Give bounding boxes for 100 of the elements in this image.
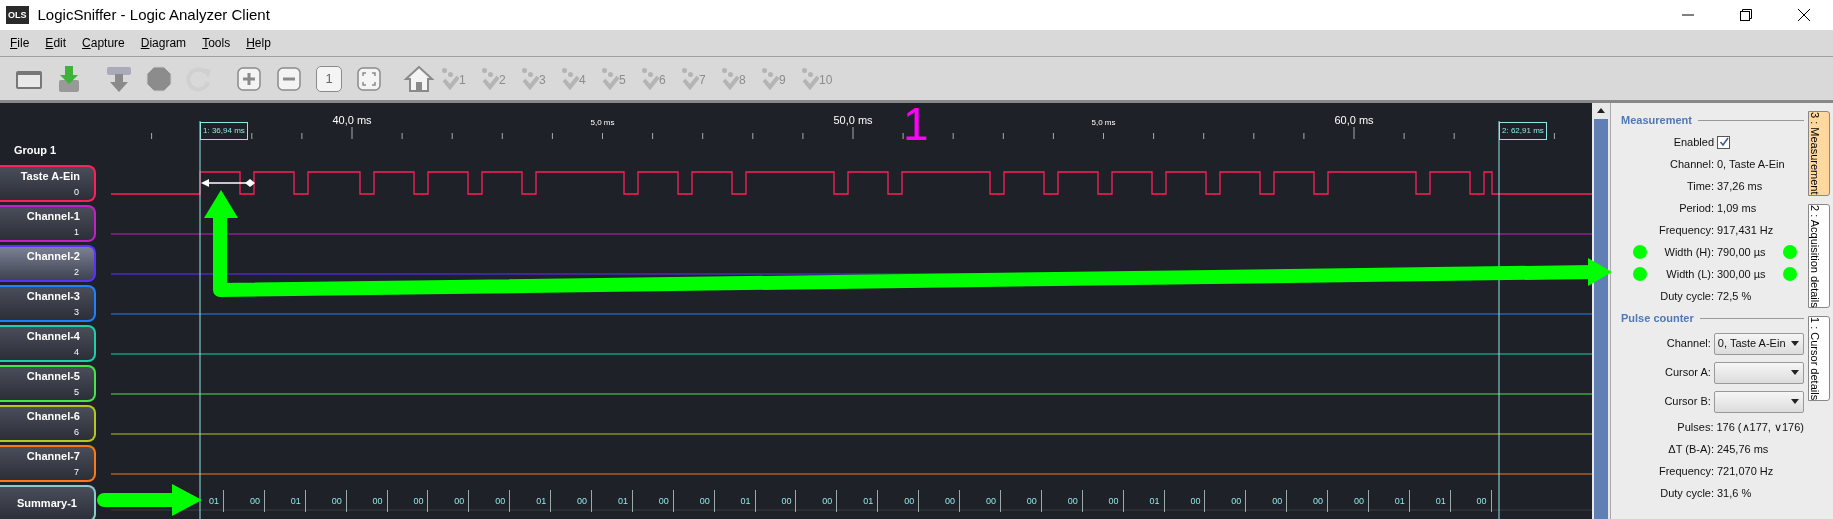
channel-name: Channel-3	[26, 291, 80, 302]
channel-index: 2	[74, 268, 79, 277]
cursor-label[interactable]: 2: 62,91 ms	[1499, 122, 1547, 140]
side-tab[interactable]: 1 : Cursor details	[1808, 316, 1830, 402]
field-label: ΔT (B-A):	[1667, 441, 1715, 457]
window-title: LogicSniffer - Logic Analyzer Client	[37, 4, 270, 25]
channel-label[interactable]: Channel-7 7	[0, 445, 96, 482]
summary-value: 00	[450, 490, 470, 512]
checkmark-icon	[762, 67, 779, 91]
field-value: 0, Taste A-Ein	[1717, 156, 1785, 172]
channel-name: Channel-4	[26, 331, 80, 342]
channel-name: Channel-6	[26, 411, 80, 422]
time-label: 40,0 ms	[332, 115, 372, 126]
channel-index: 3	[74, 308, 79, 317]
summary-value: 00	[981, 490, 1001, 512]
channel-index: 0	[74, 188, 79, 197]
zoom-default-button[interactable]: 1	[316, 65, 342, 92]
field-value: 176 (∧177, ∨176)	[1716, 419, 1804, 435]
field-label: Frequency:	[1657, 222, 1715, 238]
cursor-line[interactable]	[199, 120, 201, 519]
summary-value: 00	[368, 490, 388, 512]
channel-name: Channel-1	[26, 211, 80, 222]
select-field[interactable]	[1713, 390, 1804, 413]
section-title: Pulse counter	[1621, 310, 1694, 326]
side-tab[interactable]: 3 : Measurement	[1808, 111, 1830, 196]
annotation-number: 1	[903, 101, 929, 147]
time-label: 5,0 ms	[590, 119, 615, 127]
field-label: Channel:	[1665, 336, 1712, 352]
summary-value: 00	[327, 490, 347, 512]
menu-item[interactable]: Help	[246, 34, 271, 52]
menu-item[interactable]: Edit	[45, 34, 67, 52]
field-value: 721,070 Hz	[1717, 463, 1774, 479]
summary-value: 00	[1186, 490, 1206, 512]
summary-value: 00	[900, 490, 920, 512]
channel-label[interactable]: Channel-1 1	[0, 205, 96, 242]
cursor-label[interactable]: 1: 36,94 ms	[200, 122, 248, 140]
checkmark-icon	[602, 67, 619, 91]
summary-value: 00	[695, 490, 715, 512]
checkmark-icon	[682, 67, 699, 91]
summary-value: 01	[205, 490, 224, 512]
close-icon	[1798, 9, 1810, 21]
field-label: Channel:	[1668, 156, 1715, 172]
menu-item[interactable]: File	[10, 34, 30, 52]
summary-value: 01	[1145, 490, 1165, 512]
field-label: Duty cycle:	[1659, 288, 1715, 304]
checkmark-icon	[802, 67, 819, 91]
measurement-arrow	[201, 179, 255, 187]
time-label: 50,0 ms	[833, 115, 873, 126]
checkmark-icon	[722, 67, 739, 91]
summary-value: 00	[573, 490, 593, 512]
field-label: Enabled	[1672, 134, 1715, 150]
field-label: Period:	[1678, 200, 1715, 216]
summary-value: 01	[613, 490, 633, 512]
field-label: Width (L):	[1665, 266, 1715, 282]
field-label: Cursor A:	[1664, 365, 1712, 381]
summary-value: 00	[245, 490, 265, 512]
maximize-icon	[1740, 9, 1752, 21]
menu-item[interactable]: Tools	[202, 34, 231, 52]
channel-index: 5	[74, 388, 79, 397]
channel-label[interactable]: Taste A-Ein 0	[0, 165, 96, 202]
channel-label[interactable]: Channel-4 4	[0, 325, 96, 362]
field-value: 37,26 ms	[1717, 178, 1763, 194]
summary-value: 00	[1227, 490, 1247, 512]
channel-label[interactable]: Channel-5 5	[0, 365, 96, 402]
channel-label[interactable]: Channel-2 2	[0, 245, 96, 282]
checkmark-icon	[482, 67, 499, 91]
checkmark-icon	[642, 67, 659, 91]
channel-index: 6	[74, 428, 79, 437]
field-label: Frequency:	[1657, 463, 1715, 479]
vertical-scrollbar[interactable]	[1592, 103, 1610, 519]
minimize-icon	[1682, 14, 1694, 16]
summary-value: 00	[1022, 490, 1042, 512]
field-value: 72,5 %	[1717, 288, 1752, 304]
home-icon[interactable]	[403, 63, 435, 94]
select-field[interactable]: 0, Taste A-Ein	[1713, 332, 1804, 355]
channel-name: Channel-5	[26, 371, 80, 382]
summary-label[interactable]: Summary-1	[0, 485, 96, 519]
channel-index: 7	[74, 468, 79, 477]
time-label: 5,0 ms	[1091, 119, 1116, 127]
select-field[interactable]	[1713, 361, 1804, 384]
summary-value: 00	[777, 490, 797, 512]
field-label: Width (H):	[1663, 244, 1715, 260]
channel-name: Channel-7	[26, 451, 80, 462]
field-value: 245,76 ms	[1717, 441, 1769, 457]
summary-value: 00	[654, 490, 674, 512]
enabled-checkbox[interactable]	[1717, 135, 1730, 149]
channel-index: 4	[74, 348, 79, 357]
summary-value: 01	[1431, 490, 1451, 512]
dropdown-caret-icon	[1791, 341, 1799, 346]
group-label: Group 1	[14, 142, 57, 158]
cursor-line[interactable]	[1498, 120, 1500, 519]
summary-value: 00	[1349, 490, 1369, 512]
channel-label[interactable]: Channel-6 6	[0, 405, 96, 442]
summary-value: 01	[532, 490, 552, 512]
section-title: Measurement	[1621, 112, 1692, 128]
channel-label[interactable]: Channel-3 3	[0, 285, 96, 322]
menu-item[interactable]: Capture	[82, 34, 125, 52]
summary-value: 00	[1309, 490, 1329, 512]
menu-item[interactable]: Diagram	[140, 34, 187, 52]
side-tab[interactable]: 2 : Acquisition details	[1808, 203, 1830, 309]
